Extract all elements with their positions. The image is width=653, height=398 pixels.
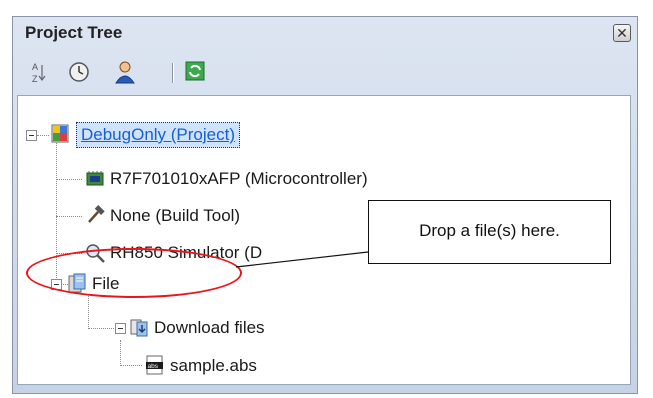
toolbar: A Z — [13, 55, 637, 91]
panel-title-bar: Project Tree ✕ — [13, 17, 637, 53]
sort-az-icon[interactable]: A Z — [23, 59, 51, 85]
tree-connector — [56, 216, 82, 217]
drop-hint-callout: Drop a file(s) here. — [368, 200, 611, 264]
drop-target-highlight — [26, 248, 242, 298]
svg-text:Z: Z — [32, 74, 38, 84]
collapse-download-files-toggle[interactable] — [115, 323, 126, 334]
tree-connector — [88, 328, 114, 329]
tree-node-sample-abs[interactable]: sample.abs — [170, 354, 257, 378]
user-icon[interactable] — [111, 59, 139, 85]
microcontroller-icon — [84, 168, 106, 190]
tree-node-project[interactable]: DebugOnly (Project) — [76, 122, 241, 148]
tree-node-microcontroller[interactable]: R7F701010xAFP (Microcontroller) — [110, 167, 368, 191]
collapse-project-toggle[interactable] — [26, 130, 37, 141]
panel-title: Project Tree — [25, 23, 123, 42]
download-files-icon — [128, 316, 150, 338]
tree-connector — [88, 296, 89, 329]
tree-node-build-tool[interactable]: None (Build Tool) — [110, 204, 240, 228]
toolbar-separator — [172, 63, 174, 83]
tree-connector — [56, 179, 82, 180]
tree-node-download-files[interactable]: Download files — [154, 316, 265, 340]
svg-text:abs: abs — [148, 363, 159, 370]
clock-icon[interactable] — [65, 59, 93, 85]
refresh-icon[interactable] — [181, 59, 209, 85]
tree-connector — [120, 340, 121, 366]
close-icon[interactable]: ✕ — [613, 24, 631, 42]
project-icon — [50, 122, 72, 144]
tree-connector — [37, 135, 49, 136]
drop-hint-text: Drop a file(s) here. — [419, 221, 560, 240]
tree-connector — [120, 365, 142, 366]
abs-file-icon: abs — [144, 354, 166, 376]
svg-text:A: A — [32, 62, 38, 72]
hammer-icon — [84, 204, 106, 226]
